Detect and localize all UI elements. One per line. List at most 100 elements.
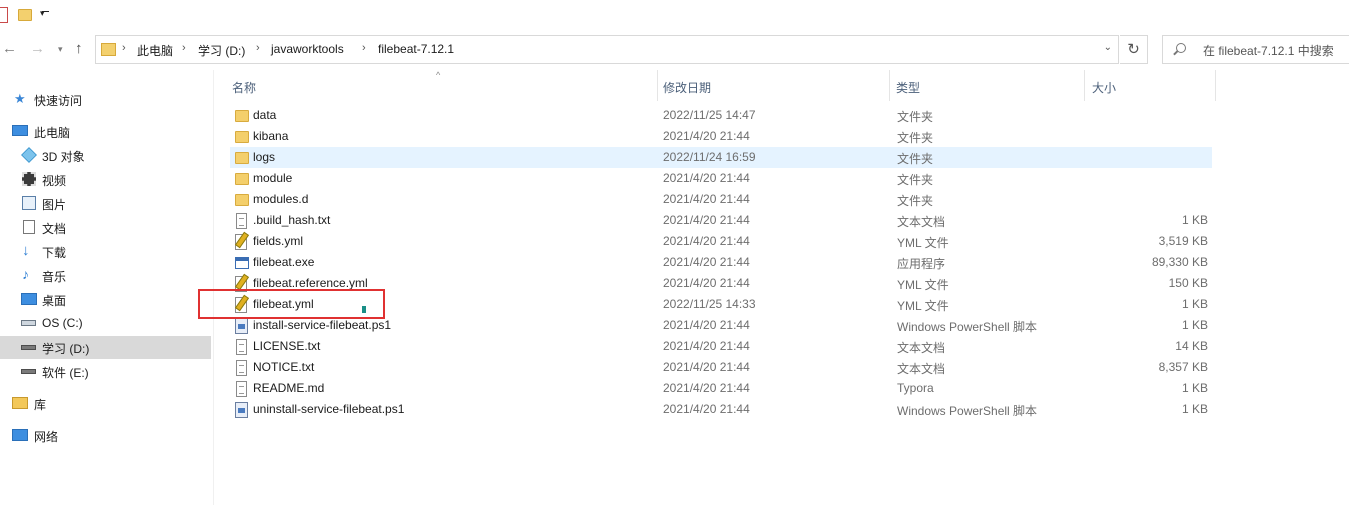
sidebar-item-libraries[interactable]: 库 <box>0 392 211 415</box>
file-name[interactable]: filebeat.exe <box>253 255 314 269</box>
forward-button[interactable]: → <box>30 40 45 58</box>
annotation-highlight-box <box>198 289 385 319</box>
sidebar-item-network[interactable]: 网络 <box>0 424 211 447</box>
file-size: 1 KB <box>1181 402 1208 416</box>
column-headers: ^ 名称 修改日期 类型 大小 <box>214 70 1216 101</box>
column-header-modified[interactable]: 修改日期 <box>663 79 711 96</box>
up-button[interactable]: ↑ <box>75 40 83 58</box>
file-row[interactable]: LICENSE.txt 2021/4/20 21:44 文本文档 14 KB <box>230 336 1212 357</box>
file-type: 文本文档 <box>897 341 946 355</box>
sidebar-item-downloads[interactable]: ↓ 下载 <box>0 240 211 263</box>
file-row[interactable]: logs 2022/11/24 16:59 文件夹 <box>230 147 1212 168</box>
breadcrumb-this-pc[interactable]: 此电脑 <box>137 42 173 59</box>
back-button[interactable]: ← <box>2 40 17 58</box>
breadcrumb-separator[interactable]: › <box>256 42 260 54</box>
properties-icon[interactable] <box>0 7 8 23</box>
file-row[interactable]: module 2021/4/20 21:44 文件夹 <box>230 168 1212 189</box>
column-divider[interactable] <box>1084 70 1085 101</box>
breadcrumb-separator[interactable]: › <box>122 42 126 54</box>
sidebar-item-drive-e[interactable]: 软件 (E:) <box>0 360 211 383</box>
column-header-type[interactable]: 类型 <box>896 79 920 96</box>
file-row[interactable]: NOTICE.txt 2021/4/20 21:44 文本文档 8,357 KB <box>230 357 1212 378</box>
breadcrumb-separator[interactable]: › <box>362 42 366 54</box>
file-modified: 2021/4/20 21:44 <box>663 129 750 143</box>
text-file-icon <box>236 381 247 397</box>
breadcrumb-filebeat[interactable]: filebeat-7.12.1 <box>378 42 454 56</box>
star-icon: ★ <box>14 91 26 106</box>
drive-icon <box>21 369 36 374</box>
recent-locations-chevron-icon[interactable]: ▾ <box>58 40 63 58</box>
file-name[interactable]: filebeat.reference.yml <box>253 276 368 290</box>
file-row[interactable]: filebeat.exe 2021/4/20 21:44 应用程序 89,330 KB <box>230 252 1212 273</box>
file-modified: 2021/4/20 21:44 <box>663 318 750 332</box>
new-folder-icon[interactable] <box>18 9 32 21</box>
sidebar-item-drive-d[interactable]: 学习 (D:) <box>0 336 211 359</box>
search-input[interactable]: 在 filebeat-7.12.1 中搜索 <box>1203 42 1334 59</box>
address-dropdown-icon[interactable]: ⌄ <box>1104 42 1112 53</box>
text-file-icon <box>236 339 247 355</box>
breadcrumb-drive-d[interactable]: 学习 (D:) <box>198 42 245 59</box>
file-modified: 2021/4/20 21:44 <box>663 192 750 206</box>
breadcrumb-javaworktools[interactable]: javaworktools <box>271 42 344 56</box>
sidebar-item-quick-access[interactable]: ★ 快速访问 <box>0 88 211 111</box>
column-divider[interactable] <box>1215 70 1216 101</box>
file-name[interactable]: kibana <box>253 129 288 143</box>
sidebar-item-label: 图片 <box>42 198 67 212</box>
file-name[interactable]: fields.yml <box>253 234 303 248</box>
file-row[interactable]: fields.yml 2021/4/20 21:44 YML 文件 3,519 KB <box>230 231 1212 252</box>
sidebar-item-drive-c[interactable]: OS (C:) <box>0 312 211 335</box>
file-modified: 2021/4/20 21:44 <box>663 360 750 374</box>
file-name[interactable]: install-service-filebeat.ps1 <box>253 318 391 332</box>
file-name[interactable]: data <box>253 108 276 122</box>
music-icon: ♪ <box>22 266 29 282</box>
file-name[interactable]: NOTICE.txt <box>253 360 314 374</box>
file-size: 14 KB <box>1175 339 1208 353</box>
column-divider[interactable] <box>889 70 890 101</box>
file-type: YML 文件 <box>897 278 949 292</box>
file-row[interactable]: uninstall-service-filebeat.ps1 2021/4/20 … <box>230 399 1212 420</box>
file-row[interactable]: modules.d 2021/4/20 21:44 文件夹 <box>230 189 1212 210</box>
file-row[interactable]: kibana 2021/4/20 21:44 文件夹 <box>230 126 1212 147</box>
file-name[interactable]: README.md <box>253 381 324 395</box>
file-name[interactable]: logs <box>253 150 275 164</box>
file-name[interactable]: LICENSE.txt <box>253 339 320 353</box>
file-row[interactable]: README.md 2021/4/20 21:44 Typora 1 KB <box>230 378 1212 399</box>
network-icon <box>12 429 28 441</box>
folder-icon <box>235 173 249 185</box>
3d-objects-icon <box>21 147 37 163</box>
file-row[interactable]: data 2022/11/25 14:47 文件夹 <box>230 105 1212 126</box>
yml-file-icon <box>235 234 247 250</box>
sidebar-item-3d-objects[interactable]: 3D 对象 <box>0 144 211 167</box>
file-name[interactable]: uninstall-service-filebeat.ps1 <box>253 402 404 416</box>
sidebar-item-desktop[interactable]: 桌面 <box>0 288 211 311</box>
file-type: 文件夹 <box>897 110 934 124</box>
file-row[interactable]: .build_hash.txt 2021/4/20 21:44 文本文档 1 KB <box>230 210 1212 231</box>
sidebar-item-music[interactable]: ♪ 音乐 <box>0 264 211 287</box>
sidebar-item-pictures[interactable]: 图片 <box>0 192 211 215</box>
powershell-script-icon <box>235 402 248 418</box>
file-size: 1 KB <box>1181 213 1208 227</box>
file-type: 文件夹 <box>897 194 934 208</box>
sidebar-item-label: 软件 (E:) <box>42 366 89 380</box>
search-box[interactable]: 在 filebeat-7.12.1 中搜索 <box>1162 35 1349 64</box>
sidebar-item-video[interactable]: 视频 <box>0 168 211 191</box>
library-icon <box>12 397 28 409</box>
refresh-button[interactable]: ↻ <box>1120 35 1148 64</box>
sidebar-item-this-pc[interactable]: 此电脑 <box>0 120 211 143</box>
file-type: 文件夹 <box>897 173 934 187</box>
powershell-script-icon <box>235 318 248 334</box>
column-header-name[interactable]: 名称 <box>232 79 256 96</box>
address-bar[interactable]: › 此电脑 › 学习 (D:) › javaworktools › filebe… <box>95 35 1119 64</box>
breadcrumb-separator[interactable]: › <box>182 42 186 54</box>
drive-icon <box>21 345 36 350</box>
file-modified: 2021/4/20 21:44 <box>663 402 750 416</box>
column-divider[interactable] <box>657 70 658 101</box>
file-name[interactable]: .build_hash.txt <box>253 213 330 227</box>
sidebar-item-documents[interactable]: 文档 <box>0 216 211 239</box>
sidebar-item-label: 学习 (D:) <box>42 342 90 356</box>
file-type: 文本文档 <box>897 215 946 229</box>
file-name[interactable]: module <box>253 171 292 185</box>
column-header-size[interactable]: 大小 <box>1092 79 1116 96</box>
file-size: 3,519 KB <box>1158 234 1208 248</box>
file-name[interactable]: modules.d <box>253 192 308 206</box>
